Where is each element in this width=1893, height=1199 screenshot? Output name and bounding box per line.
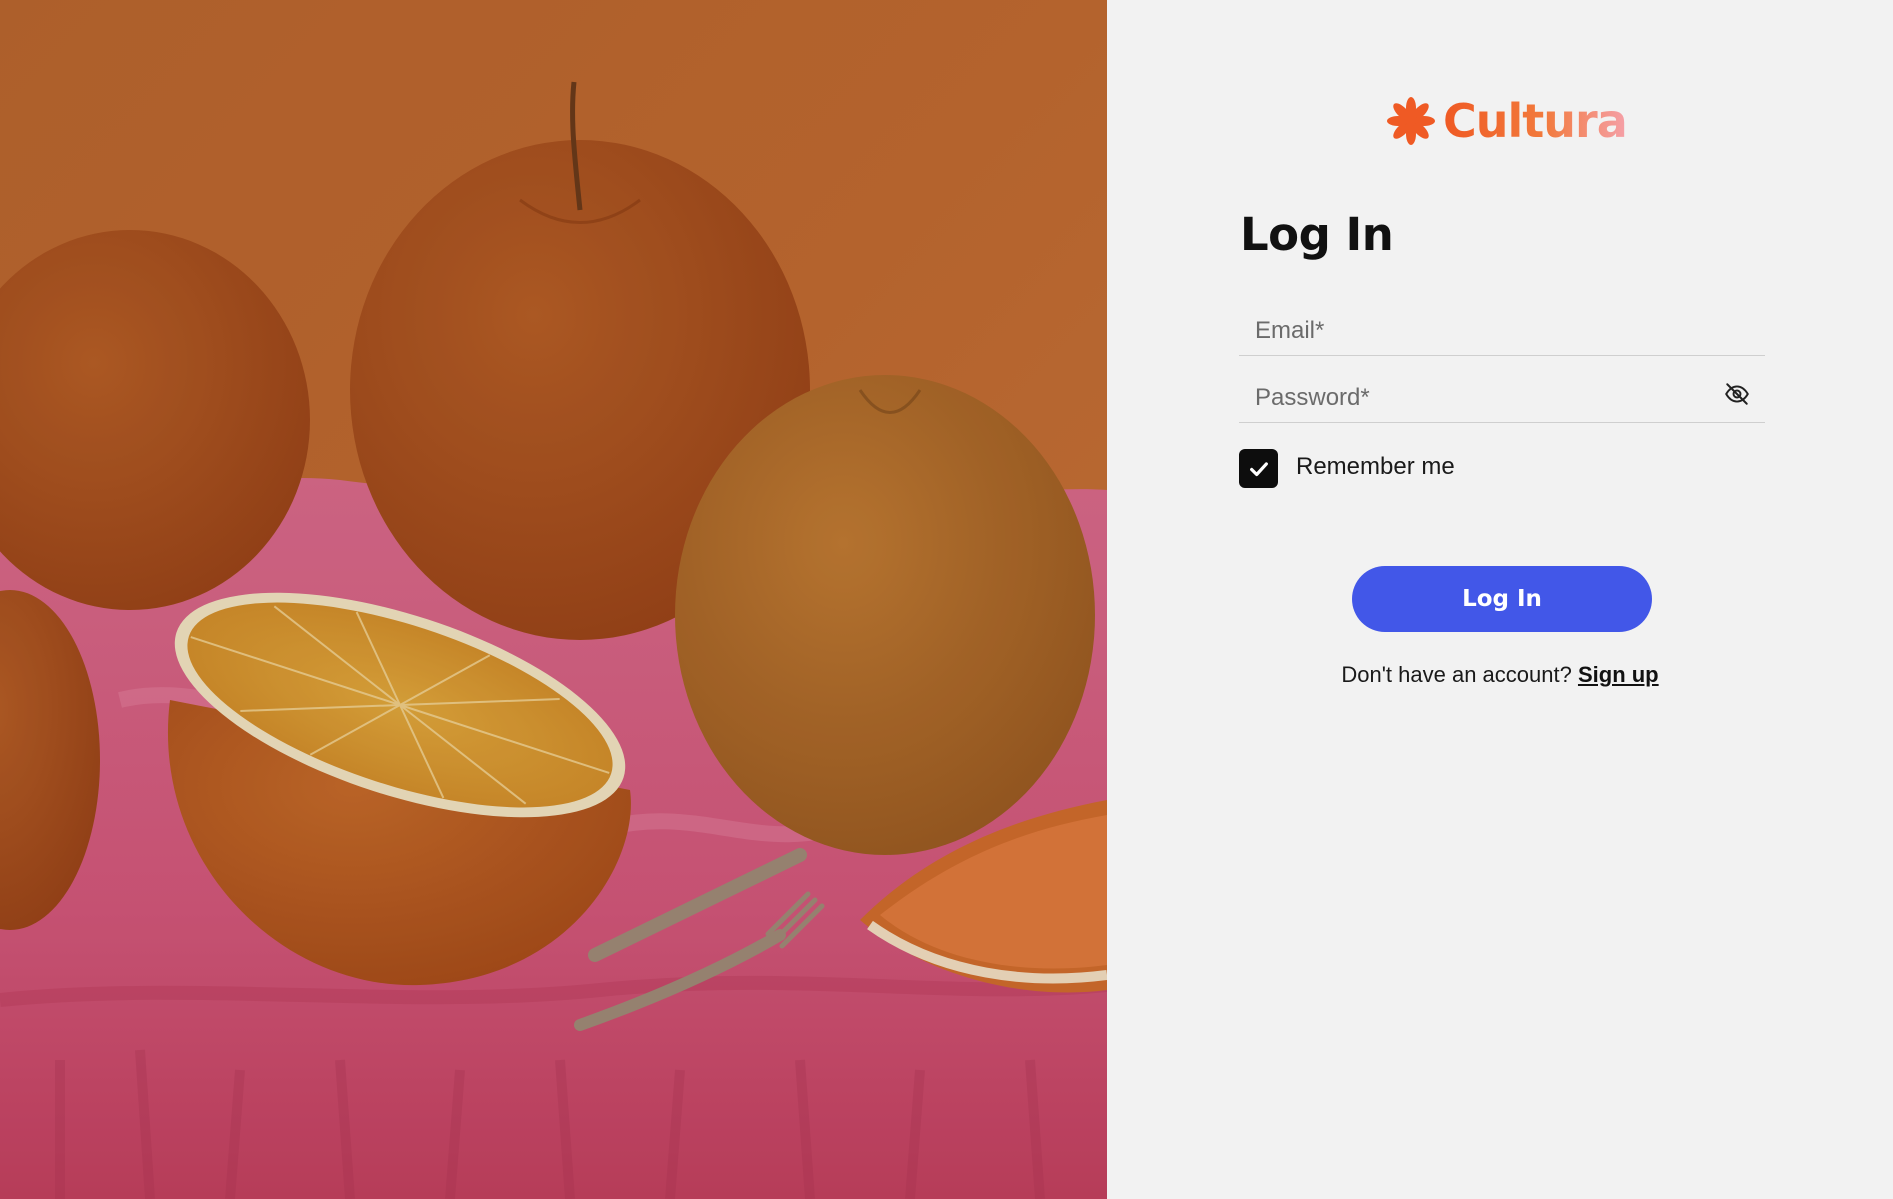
signup-prompt: Don't have an account? Sign up [1107,662,1893,688]
checkmark-icon [1249,461,1268,476]
artwork-panel [0,0,1107,1199]
remember-me-row: Remember me [1239,449,1455,488]
brand-logo: Cultura [1387,94,1628,148]
signup-prompt-text: Don't have an account? [1341,662,1572,687]
password-field-wrapper [1239,356,1765,423]
login-panel: Cultura Log In Remember me Log In Do [1107,0,1893,1199]
still-life-painting [0,0,1107,1199]
remember-me-checkbox[interactable] [1239,449,1278,488]
password-field[interactable] [1239,356,1765,422]
asterisk-flower-icon [1387,97,1435,145]
eye-off-icon[interactable] [1724,381,1750,407]
signup-link[interactable]: Sign up [1578,662,1659,687]
page-title: Log In [1240,208,1394,261]
remember-me-label: Remember me [1296,452,1455,480]
brand-name: Cultura [1443,94,1628,148]
login-button[interactable]: Log In [1352,566,1652,632]
email-field-wrapper [1239,289,1765,356]
email-field[interactable] [1239,289,1765,355]
login-page: Cultura Log In Remember me Log In Do [0,0,1893,1199]
